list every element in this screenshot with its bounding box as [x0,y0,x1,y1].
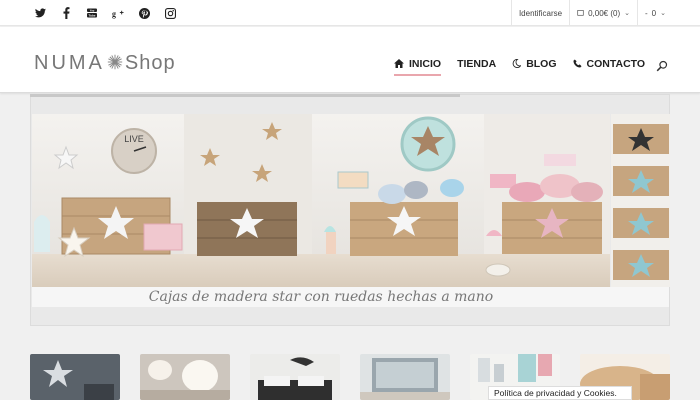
login-link[interactable]: Identificarse [510,0,569,26]
hero-slider[interactable]: LIVE Cajas de madera star con ruedas hec… [30,94,670,326]
nav-item-tienda[interactable]: TIENDA [457,58,496,76]
cookie-notice[interactable]: Política de privacidad y Cookies. [488,386,632,400]
top-bar: You Tube g Identificarse 0,00€ (0) ⌄ - 0 … [0,0,700,26]
chevron-down-icon: ⌄ [660,10,666,17]
nav-label-tienda[interactable]: TIENDA [457,58,496,70]
search-icon[interactable] [656,59,670,73]
site-header: NUMA Shop INICIO TIENDA BLOG CONTACTO [0,27,700,93]
nav-label-inicio[interactable]: INICIO [409,58,441,70]
clock-text: LIVE [124,134,144,144]
extra-value: 0 [651,8,657,18]
home-icon [394,58,404,70]
login-label[interactable]: Identificarse [519,9,562,18]
google-plus-icon[interactable]: g [112,7,124,19]
chevron-down-icon: ⌄ [624,10,630,17]
thumbnail-paper-lamps[interactable] [140,354,230,400]
nav-item-blog[interactable]: BLOG [512,58,557,76]
logo-text-left: NUMA [34,52,105,74]
thumbnail-window-room[interactable] [360,354,450,400]
hero-image: LIVE [32,114,610,287]
star-icon [107,54,123,73]
pinterest-icon[interactable] [138,7,150,19]
main-nav: INICIO TIENDA BLOG CONTACTO [394,58,645,76]
account-bar: Identificarse 0,00€ (0) ⌄ - 0 ⌄ [510,0,700,26]
slider-progress [30,94,460,97]
facebook-icon[interactable] [60,7,72,19]
hero-side-image [611,114,670,287]
svg-text:Tube: Tube [89,14,96,18]
nav-label-contacto[interactable]: CONTACTO [587,58,646,70]
social-links: You Tube g [34,0,176,26]
thumbnail-star-lamp[interactable] [30,354,120,400]
svg-text:g: g [112,9,116,18]
twitter-icon[interactable] [34,7,46,19]
moon-icon [512,58,522,70]
nav-label-blog[interactable]: BLOG [526,58,556,70]
extra-dropdown[interactable]: - 0 ⌄ [637,0,700,26]
nav-item-contacto[interactable]: CONTACTO [572,58,646,76]
cart-total: 0,00€ (0) [588,8,621,18]
cart-icon [577,9,584,18]
svg-text:You: You [90,10,95,13]
thumbnail-bedroom[interactable] [250,354,340,400]
nav-item-inicio[interactable]: INICIO [394,58,442,76]
hero-caption: Cajas de madera star con ruedas hechas a… [148,289,494,305]
youtube-icon[interactable]: You Tube [86,7,98,19]
site-logo[interactable]: NUMA Shop [34,52,176,75]
instagram-icon[interactable] [164,7,176,19]
logo-text-right: Shop [124,52,176,74]
phone-icon [572,58,582,70]
extra-label: - [645,8,648,18]
cart-dropdown[interactable]: 0,00€ (0) ⌄ [569,0,637,26]
